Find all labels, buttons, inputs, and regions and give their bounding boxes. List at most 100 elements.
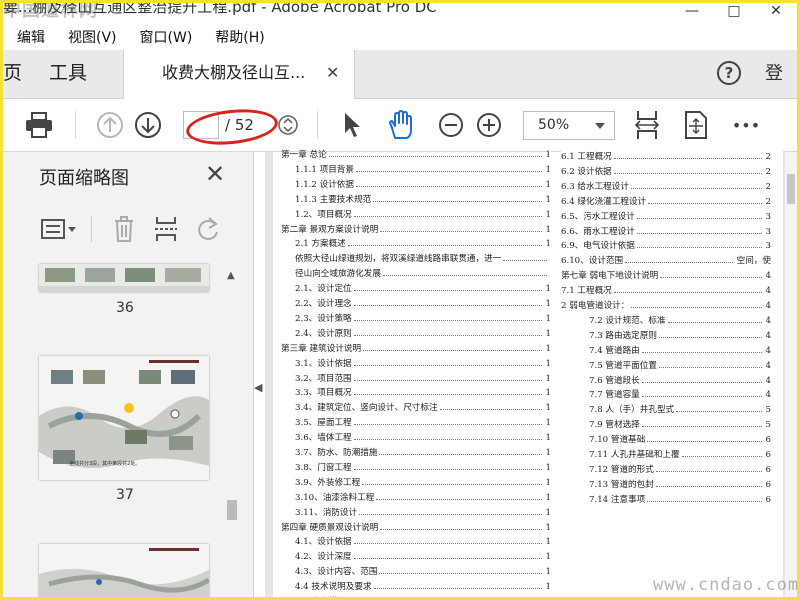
toc-entry[interactable]: 7.3 路由选定原则 4 <box>589 328 771 343</box>
toc-entry[interactable]: 7.6 管道段长 4 <box>589 373 771 388</box>
delete-page-icon[interactable] <box>113 212 141 246</box>
maximize-button[interactable]: □ <box>713 3 755 25</box>
toc-entry[interactable]: 3.8、门窗工程 1 <box>295 460 551 475</box>
select-cursor-icon[interactable] <box>337 99 367 151</box>
toc-entry[interactable]: 第三章 建筑设计说明 1 <box>281 341 551 356</box>
toc-entry[interactable]: 4.4 技术说明及要求 1 <box>295 580 551 595</box>
toc-entry[interactable]: 6.6、雨水工程设计 3 <box>561 224 771 239</box>
toc-entry[interactable]: 6.2 设计依据 2 <box>561 164 771 179</box>
toc-entry[interactable]: 6.9、电气设计依据 3 <box>561 239 771 254</box>
next-page-icon[interactable] <box>131 99 165 151</box>
tab-home[interactable]: 页 <box>3 50 27 98</box>
more-tools-button[interactable]: ••• <box>729 99 763 151</box>
toc-entry[interactable]: 2.2、设计理念 1 <box>295 297 551 311</box>
toc-entry[interactable]: 6.3 给水工程设计 2 <box>561 179 771 194</box>
menu-window[interactable]: 窗口(W) <box>131 26 202 50</box>
menu-edit[interactable]: 编辑 <box>8 26 54 50</box>
menu-view[interactable]: 视图(V) <box>59 26 126 50</box>
toc-entry[interactable]: 7.2 设计规范、标准 4 <box>589 313 771 328</box>
toc-leader <box>503 260 548 262</box>
toc-entry[interactable]: 2.3、设计策略 1 <box>295 311 551 326</box>
toc-entry[interactable]: 7.5 管道平面位置 4 <box>589 358 771 373</box>
fit-width-icon[interactable] <box>631 99 663 151</box>
toc-entry[interactable]: 3.3、项目概况 1 <box>295 386 551 401</box>
tab-document[interactable]: 收费大棚及径山互... ✕ <box>123 50 355 99</box>
toc-entry[interactable]: 依照大径山绿道规划，将双溪绿道线路串联贯通，进一 <box>295 252 551 266</box>
toc-leader <box>641 426 762 428</box>
toc-entry[interactable]: 7.7 管道容量 4 <box>589 388 771 403</box>
close-window-button[interactable]: ✕ <box>755 3 797 25</box>
toc-entry[interactable]: 6.1 工程概况 2 <box>561 150 771 164</box>
scrollbar-thumb[interactable] <box>787 174 795 204</box>
toc-entry[interactable]: 2.4、设计原则 1 <box>295 326 551 341</box>
rotate-page-icon[interactable] <box>195 212 223 246</box>
help-icon[interactable]: ? <box>717 61 741 85</box>
document-scrollbar[interactable] <box>785 152 797 597</box>
fit-page-icon[interactable] <box>679 99 713 151</box>
toc-entry[interactable]: 4.3、设计内容、范围 1 <box>295 565 551 580</box>
toc-entry[interactable]: 7.9 管材选择 5 <box>589 418 771 433</box>
page-thumbnail-selected[interactable]: 全线共分3段，其中某段共2处。 <box>39 356 209 480</box>
toc-entry[interactable]: 1.1.3 主要技术规范 1 <box>295 192 551 207</box>
toc-entry[interactable]: 3.11、消防设计 1 <box>295 505 551 520</box>
toc-entry[interactable]: 4.2、设计深度 1 <box>295 550 551 565</box>
toc-entry-title: 4.3、设计内容、范围 <box>295 567 378 578</box>
toc-entry[interactable]: 7.13 管道的包封 6 <box>589 477 771 492</box>
toc-entry[interactable]: 3.7、防水、防潮措施 1 <box>295 446 551 460</box>
tab-close-icon[interactable]: ✕ <box>326 50 339 96</box>
toc-entry[interactable]: 1.1.1 项目背景 1 <box>295 162 551 177</box>
toc-entry[interactable]: 2.1 方案概述 1 <box>295 237 551 252</box>
toc-entry[interactable]: 3.6、墙体工程 1 <box>295 431 551 446</box>
toc-entry[interactable]: 6.4 绿化浇灌工程设计 2 <box>561 194 771 209</box>
toc-entry[interactable]: 7.10 管道基础 6 <box>589 433 771 448</box>
collapse-panel-icon[interactable]: ◀ <box>254 368 264 408</box>
page-thumbnail[interactable] <box>39 544 209 597</box>
zoom-in-icon[interactable] <box>473 99 505 151</box>
toc-entry[interactable]: 7.14 注意事项 6 <box>589 492 771 507</box>
toc-entry[interactable]: 第四章 硬质景观设计说明 1 <box>281 520 551 535</box>
zoom-select[interactable]: 50% <box>523 111 615 140</box>
toc-entry[interactable]: 2.1、设计定位 1 <box>295 282 551 297</box>
toc-entry-title: 6.10、设计范围 <box>561 256 624 267</box>
toc-entry-title: 7.8 人（手）井孔型式 <box>589 405 675 416</box>
toc-entry[interactable]: 第二章 景观方案设计说明 1 <box>281 222 551 237</box>
toc-entry[interactable]: 6.10、设计范围 空间，使 <box>561 254 771 269</box>
toc-entry[interactable]: 7.11 人孔井基础和上覆 6 <box>589 448 771 462</box>
toc-entry-page: 5 <box>765 418 771 433</box>
toc-entry[interactable]: 径山向仝域旅游化发展 <box>295 267 551 281</box>
toc-entry[interactable]: 7.8 人（手）井孔型式 5 <box>589 403 771 418</box>
toc-column-left: 第一章 总论 1 1.1.1 项目背景 1 1.1.2 设计依据 1 1.1.3 主要技术规… <box>281 148 551 597</box>
toc-entry[interactable]: 3.1、设计依据 1 <box>295 356 551 371</box>
toc-entry[interactable]: 3.5、屋面工程 1 <box>295 416 551 431</box>
toc-entry[interactable]: 3.10、油漆涂料工程 1 <box>295 490 551 505</box>
scrollbar-thumb[interactable] <box>227 500 237 520</box>
toc-entry[interactable]: 7.4 管道路由 4 <box>589 343 771 358</box>
zoom-out-icon[interactable] <box>435 99 467 151</box>
toc-entry[interactable]: 4.1、设计依据 1 <box>295 535 551 550</box>
toc-entry[interactable]: 4.5 安全措施 <box>295 595 551 597</box>
toc-entry[interactable]: 7.1 工程概况 4 <box>561 284 771 299</box>
panel-close-icon[interactable]: ✕ <box>205 160 225 188</box>
document-viewport[interactable]: 第一章 总论 1 1.1.1 项目背景 1 1.1.2 设计依据 1 1.1.3 主要技术规… <box>265 148 797 597</box>
toc-entry[interactable]: 第一章 总论 1 <box>281 148 551 162</box>
prev-page-icon[interactable] <box>93 99 127 151</box>
thumbnail-scrollbar[interactable]: ▲ <box>225 260 239 597</box>
extract-page-icon[interactable] <box>153 212 181 246</box>
toc-entry[interactable]: 7.12 管道的形式 6 <box>589 462 771 477</box>
toc-entry[interactable]: 3.4、建筑定位、竖向设计、尺寸标注 1 <box>295 401 551 416</box>
toc-entry[interactable]: 第七章 弱电下地设计说明 4 <box>561 269 771 284</box>
menu-help[interactable]: 帮助(H) <box>206 26 273 50</box>
scroll-up-icon[interactable]: ▲ <box>227 270 235 281</box>
toc-entry[interactable]: 1.2、项目概况 1 <box>295 207 551 222</box>
minimize-button[interactable]: — <box>671 3 713 25</box>
toc-entry[interactable]: 3.2、项目范围 1 <box>295 371 551 386</box>
tab-tools[interactable]: 工具 <box>49 50 87 98</box>
page-thumbnail[interactable] <box>39 264 209 292</box>
toc-entry[interactable]: 3.9、外装修工程 1 <box>295 475 551 490</box>
toc-entry[interactable]: 6.5、污水工程设计 3 <box>561 209 771 224</box>
toc-entry[interactable]: 2 弱电管道设计： 4 <box>561 299 771 313</box>
hand-tool-icon[interactable] <box>383 99 419 151</box>
toc-entry[interactable]: 1.1.2 设计依据 1 <box>295 177 551 192</box>
print-icon[interactable] <box>21 99 57 151</box>
thumbnail-options-icon[interactable] <box>41 212 81 246</box>
